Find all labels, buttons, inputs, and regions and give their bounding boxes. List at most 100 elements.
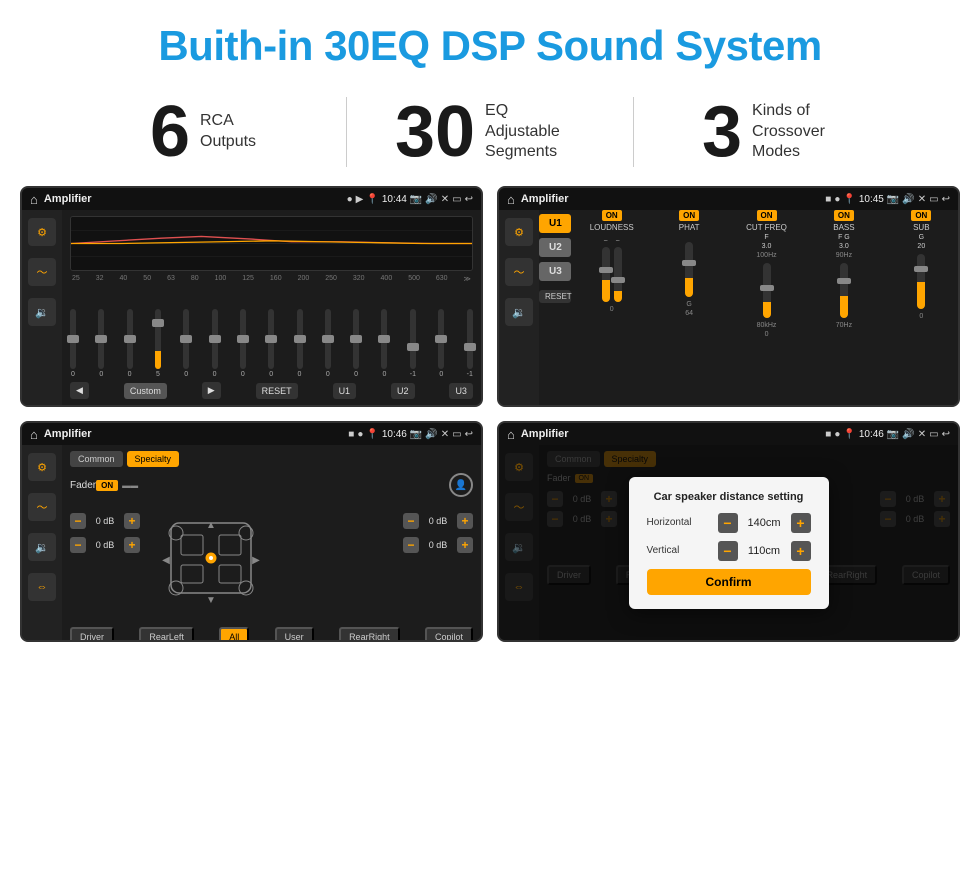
horizontal-minus[interactable]: − [718, 513, 738, 533]
horizontal-plus[interactable]: + [791, 513, 811, 533]
eq-slider-9[interactable]: 0 [325, 309, 331, 378]
fader-on-badge[interactable]: ON [96, 480, 118, 491]
user-btn[interactable]: User [275, 627, 314, 642]
eq-u2-btn[interactable]: U2 [391, 383, 415, 399]
sub-slider[interactable] [917, 254, 925, 309]
eq-screen-content: ⚙ 〜 🔉 [22, 210, 481, 405]
cutfreq-on[interactable]: ON [757, 210, 777, 221]
eq-slider-4[interactable]: 0 [183, 309, 189, 378]
horizontal-stepper: − 140cm + [718, 513, 811, 533]
eq-slider-11[interactable]: 0 [381, 309, 387, 378]
eq-custom-btn[interactable]: Custom [124, 383, 167, 399]
fader-home-icon[interactable]: ⌂ [30, 427, 38, 442]
eq-slider-1[interactable]: 0 [98, 309, 104, 378]
vertical-plus[interactable]: + [791, 541, 811, 561]
eq-slider-7[interactable]: 0 [268, 309, 274, 378]
eq-slider-12[interactable]: -1 [410, 309, 416, 378]
db-right2-minus[interactable]: − [403, 537, 419, 553]
driver-btn[interactable]: Driver [70, 627, 114, 642]
crossover-wave-btn[interactable]: 〜 [505, 258, 533, 286]
eq-slider-3[interactable]: 5 [155, 309, 161, 378]
crossover-vol[interactable]: 🔊 [902, 194, 914, 205]
fader-time: 10:46 [382, 429, 407, 440]
eq-slider-6[interactable]: 0 [240, 309, 246, 378]
fader-tab-specialty[interactable]: Specialty [127, 451, 180, 467]
volume-icon[interactable]: 🔊 [425, 194, 437, 205]
dialog-vol[interactable]: 🔊 [902, 429, 914, 440]
crossover-filter-btn[interactable]: ⚙ [505, 218, 533, 246]
phat-col: ON PHAT G 64 [652, 210, 725, 405]
eq-speaker-btn[interactable]: 🔉 [28, 298, 56, 326]
db-right2-plus[interactable]: + [457, 537, 473, 553]
home-icon[interactable]: ⌂ [30, 192, 38, 207]
bass-on[interactable]: ON [834, 210, 854, 221]
all-btn[interactable]: All [219, 627, 249, 642]
loudness-col: ON LOUDNESS ~ ~ [575, 210, 648, 405]
eq-slider-5[interactable]: 0 [212, 309, 218, 378]
db-right2-value: 0 dB [422, 540, 454, 550]
eq-filter-btn[interactable]: ⚙ [28, 218, 56, 246]
copilot-btn[interactable]: Copilot [425, 627, 473, 642]
loudness-on[interactable]: ON [602, 210, 622, 221]
fader-profile-icon[interactable]: 👤 [449, 473, 473, 497]
eq-main: 2532405063 80100125160200 25032040050063… [62, 210, 481, 405]
fader-slider-bar[interactable]: ▬▬ [122, 481, 449, 490]
fader-speaker-btn[interactable]: 🔉 [28, 533, 56, 561]
close-icon[interactable]: ✕ [441, 194, 449, 205]
db-right1-plus[interactable]: + [457, 513, 473, 529]
rearleft-btn[interactable]: RearLeft [139, 627, 194, 642]
db-left2-minus[interactable]: − [70, 537, 86, 553]
fader-close[interactable]: ✕ [441, 429, 449, 440]
eq-play-btn[interactable]: ▶ [202, 382, 221, 399]
fader-side-controls: ⚙ 〜 🔉 ⇔ [22, 445, 62, 640]
eq-slider-0[interactable]: 0 [70, 309, 76, 378]
back-icon[interactable]: ↩ [465, 194, 473, 205]
crossover-close[interactable]: ✕ [918, 194, 926, 205]
u1-button[interactable]: U1 [539, 214, 571, 233]
vertical-minus[interactable]: − [718, 541, 738, 561]
dialog-home-icon[interactable]: ⌂ [507, 427, 515, 442]
eq-slider-2[interactable]: 0 [127, 309, 133, 378]
db-right1-minus[interactable]: − [403, 513, 419, 529]
rearright-btn[interactable]: RearRight [339, 627, 400, 642]
phat-on[interactable]: ON [679, 210, 699, 221]
loudness-slider2[interactable] [614, 247, 622, 302]
eq-u1-btn[interactable]: U1 [333, 383, 357, 399]
loudness-slider1[interactable] [602, 247, 610, 302]
vertical-value: 110cm [742, 545, 787, 557]
svg-text:▼: ▼ [206, 595, 216, 606]
db-left1-minus[interactable]: − [70, 513, 86, 529]
eq-u3-btn[interactable]: U3 [449, 383, 473, 399]
fader-arrows-btn[interactable]: ⇔ [28, 573, 56, 601]
dialog-dot2: ● [834, 429, 840, 440]
eq-play[interactable]: ▶ [356, 194, 364, 205]
dialog-back[interactable]: ↩ [942, 429, 950, 440]
u3-button[interactable]: U3 [539, 262, 571, 281]
fader-filter-btn[interactable]: ⚙ [28, 453, 56, 481]
crossover-speaker-btn[interactable]: 🔉 [505, 298, 533, 326]
eq-slider-8[interactable]: 0 [297, 309, 303, 378]
eq-prev-btn[interactable]: ◀ [70, 382, 89, 399]
cutfreq-slider[interactable] [763, 263, 771, 318]
sub-on[interactable]: ON [911, 210, 931, 221]
db-left2-plus[interactable]: + [124, 537, 140, 553]
eq-slider-14[interactable]: -1 [467, 309, 473, 378]
bass-slider1[interactable] [840, 263, 848, 318]
eq-reset-btn[interactable]: RESET [256, 383, 298, 399]
phat-slider[interactable] [685, 242, 693, 297]
crossover-back[interactable]: ↩ [942, 194, 950, 205]
dialog-close[interactable]: ✕ [918, 429, 926, 440]
crossover-home-icon[interactable]: ⌂ [507, 192, 515, 207]
eq-slider-10[interactable]: 0 [353, 309, 359, 378]
fader-back[interactable]: ↩ [465, 429, 473, 440]
eq-wave-btn[interactable]: 〜 [28, 258, 56, 286]
crossover-reset-btn[interactable]: RESET [539, 290, 571, 303]
u2-button[interactable]: U2 [539, 238, 571, 257]
fader-wave-btn[interactable]: 〜 [28, 493, 56, 521]
confirm-button[interactable]: Confirm [647, 569, 811, 595]
eq-slider-13[interactable]: 0 [438, 309, 444, 378]
dialog-dot1: ■ [825, 429, 831, 440]
db-left1-plus[interactable]: + [124, 513, 140, 529]
fader-tab-common[interactable]: Common [70, 451, 123, 467]
fader-vol[interactable]: 🔊 [425, 429, 437, 440]
